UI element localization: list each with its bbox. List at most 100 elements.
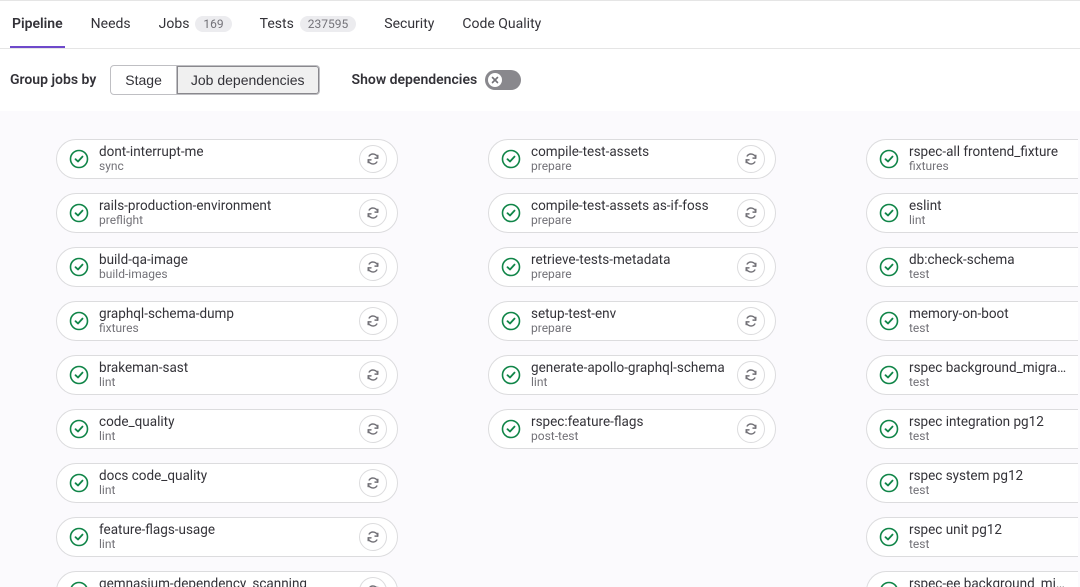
job-pill[interactable]: rspec system pg12test <box>866 463 1078 503</box>
job-stage: prepare <box>531 268 737 281</box>
show-dependencies-toggle[interactable] <box>485 70 521 90</box>
retry-button[interactable] <box>737 253 765 281</box>
job-stage: prepare <box>531 160 737 173</box>
job-pill[interactable]: compile-test-assetsprepare <box>488 139 776 179</box>
job-pill[interactable]: code_qualitylint <box>56 409 398 449</box>
retry-button[interactable] <box>737 361 765 389</box>
job-pill[interactable]: build-qa-imagebuild-images <box>56 247 398 287</box>
job-pill[interactable]: graphql-schema-dumpfixtures <box>56 301 398 341</box>
job-stage: fixtures <box>99 322 359 335</box>
retry-button[interactable] <box>359 469 387 497</box>
retry-button[interactable] <box>359 145 387 173</box>
retry-button[interactable] <box>359 307 387 335</box>
close-icon <box>487 72 503 88</box>
retry-icon <box>366 476 380 490</box>
status-success-icon <box>879 419 899 439</box>
job-pill[interactable]: rspec background_migration ptest <box>866 355 1078 395</box>
retry-icon <box>744 314 758 328</box>
retry-button[interactable] <box>359 253 387 281</box>
job-stage: post-test <box>531 430 737 443</box>
job-pill[interactable]: rails-production-environmentpreflight <box>56 193 398 233</box>
job-text: rspec background_migration ptest <box>909 361 1068 389</box>
job-pill[interactable]: docs code_qualitylint <box>56 463 398 503</box>
tab-label: Security <box>384 16 434 32</box>
retry-icon <box>744 422 758 436</box>
tab-label: Needs <box>91 16 131 32</box>
job-pill[interactable]: db:check-schematest <box>866 247 1078 287</box>
tab-jobs-badge: 169 <box>195 16 231 32</box>
job-text: setup-test-envprepare <box>531 307 737 335</box>
job-pill[interactable]: brakeman-sastlint <box>56 355 398 395</box>
tab-pipeline[interactable]: Pipeline <box>10 1 65 48</box>
retry-icon <box>744 152 758 166</box>
job-text: rspec unit pg12test <box>909 523 1068 551</box>
retry-button[interactable] <box>737 199 765 227</box>
show-dependencies-label: Show dependencies <box>352 72 478 88</box>
retry-button[interactable] <box>359 199 387 227</box>
job-name: gemnasium-dependency_scanning <box>99 577 359 587</box>
status-success-icon <box>501 203 521 223</box>
job-pill[interactable]: rspec integration pg12test <box>866 409 1078 449</box>
retry-icon <box>744 368 758 382</box>
job-stage: lint <box>909 214 1068 227</box>
job-stage: test <box>909 376 1068 389</box>
tab-security[interactable]: Security <box>382 1 436 48</box>
status-success-icon <box>879 149 899 169</box>
job-name: retrieve-tests-metadata <box>531 253 737 268</box>
job-pill[interactable]: feature-flags-usagelint <box>56 517 398 557</box>
status-success-icon <box>69 149 89 169</box>
retry-button[interactable] <box>737 415 765 443</box>
job-stage: prepare <box>531 214 737 227</box>
job-stage: lint <box>99 376 359 389</box>
retry-icon <box>744 206 758 220</box>
segmented-job-dependencies-button[interactable]: Job dependencies <box>177 65 320 95</box>
status-success-icon <box>501 419 521 439</box>
job-name: eslint <box>909 199 1068 214</box>
status-success-icon <box>69 365 89 385</box>
job-name: rspec:feature-flags <box>531 415 737 430</box>
tab-needs[interactable]: Needs <box>89 1 133 48</box>
job-stage: test <box>909 430 1068 443</box>
job-pill[interactable]: memory-on-boottest <box>866 301 1078 341</box>
job-name: rspec unit pg12 <box>909 523 1068 538</box>
retry-button[interactable] <box>359 415 387 443</box>
retry-icon <box>366 206 380 220</box>
tab-code-quality[interactable]: Code Quality <box>460 1 543 48</box>
job-pill[interactable]: retrieve-tests-metadataprepare <box>488 247 776 287</box>
job-text: gemnasium-dependency_scanninglint <box>99 577 359 587</box>
job-pill[interactable]: rspec-ee background_migratiotest <box>866 571 1078 587</box>
job-pill[interactable]: setup-test-envprepare <box>488 301 776 341</box>
tab-tests[interactable]: Tests 237595 <box>258 1 359 48</box>
retry-button[interactable] <box>359 523 387 551</box>
tab-jobs[interactable]: Jobs 169 <box>157 1 234 48</box>
status-success-icon <box>879 581 899 587</box>
job-name: build-qa-image <box>99 253 359 268</box>
pipeline-tabs: Pipeline Needs Jobs 169 Tests 237595 Sec… <box>0 1 1080 49</box>
job-text: eslintlint <box>909 199 1068 227</box>
status-success-icon <box>879 527 899 547</box>
job-pill[interactable]: rspec unit pg12test <box>866 517 1078 557</box>
job-stage: lint <box>99 430 359 443</box>
job-name: code_quality <box>99 415 359 430</box>
job-name: brakeman-sast <box>99 361 359 376</box>
job-pill[interactable]: eslintlint <box>866 193 1078 233</box>
job-pill[interactable]: compile-test-assets as-if-fossprepare <box>488 193 776 233</box>
job-pill[interactable]: dont-interrupt-mesync <box>56 139 398 179</box>
status-success-icon <box>501 365 521 385</box>
job-text: rspec system pg12test <box>909 469 1068 497</box>
retry-icon <box>366 314 380 328</box>
retry-icon <box>366 152 380 166</box>
job-pill[interactable]: gemnasium-dependency_scanninglint <box>56 571 398 587</box>
segmented-stage-button[interactable]: Stage <box>110 65 177 95</box>
status-success-icon <box>501 149 521 169</box>
retry-button[interactable] <box>737 307 765 335</box>
status-success-icon <box>69 257 89 277</box>
job-pill[interactable]: generate-apollo-graphql-schemalint <box>488 355 776 395</box>
job-pill[interactable]: rspec-all frontend_fixturefixtures <box>866 139 1078 179</box>
job-name: compile-test-assets as-if-foss <box>531 199 737 214</box>
job-text: code_qualitylint <box>99 415 359 443</box>
retry-button[interactable] <box>359 361 387 389</box>
retry-button[interactable] <box>737 145 765 173</box>
group-jobs-label: Group jobs by <box>10 72 96 88</box>
job-pill[interactable]: rspec:feature-flagspost-test <box>488 409 776 449</box>
